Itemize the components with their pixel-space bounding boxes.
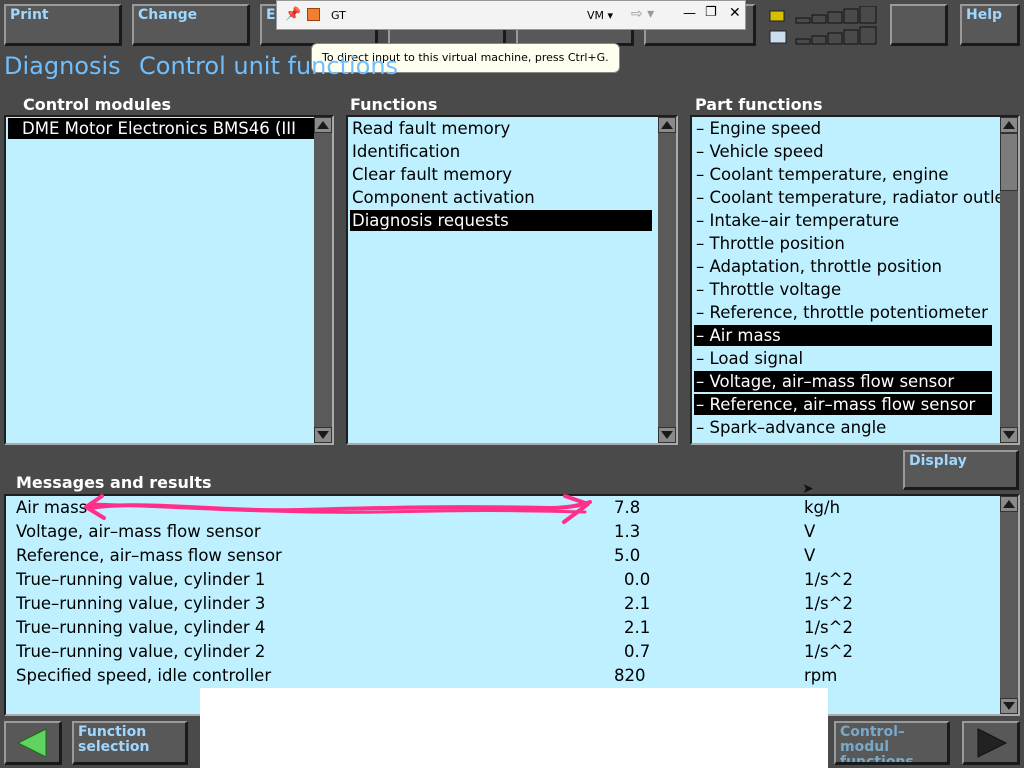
status-button[interactable]	[890, 4, 948, 46]
list-item[interactable]: Read fault memory	[350, 118, 652, 139]
list-item[interactable]: – Load signal	[694, 348, 996, 369]
list-item[interactable]: – Reference, throttle potentiometer	[694, 302, 996, 323]
scroll-thumb[interactable]	[1000, 133, 1018, 191]
vm-app-icon	[307, 8, 320, 21]
list-item[interactable]: – Intake–air temperature	[694, 210, 996, 231]
list-item[interactable]: – Coolant temperature, radiator outle	[694, 187, 1005, 208]
change-button[interactable]: Change	[132, 4, 250, 46]
scroll-down-icon[interactable]	[658, 427, 676, 443]
table-row: Reference, air–mass flow sensor 5.0 V	[14, 544, 994, 568]
result-value: 7.8	[614, 498, 641, 517]
result-name: Reference, air–mass flow sensor	[16, 546, 282, 565]
list-item[interactable]: Clear fault memory	[350, 164, 652, 185]
functions-label: Functions	[350, 95, 438, 114]
functions-list[interactable]: Read fault memory Identification Clear f…	[346, 115, 678, 445]
minimize-icon[interactable]: —	[683, 6, 696, 21]
signal-indicator-top	[768, 5, 880, 24]
table-row: Specified speed, idle controller 820 rpm	[14, 664, 994, 688]
result-value: 2.1	[624, 594, 651, 613]
result-name: True–running value, cylinder 3	[16, 594, 266, 613]
display-button[interactable]: Display	[903, 450, 1019, 490]
function-selection-button[interactable]: Function selection	[72, 721, 188, 765]
white-overlay	[200, 688, 828, 768]
scroll-down-icon[interactable]	[1000, 698, 1018, 714]
right-arrow-icon	[977, 728, 1008, 758]
scroll-up-icon[interactable]	[314, 117, 332, 133]
result-value: 1.3	[614, 522, 641, 541]
scrollbar[interactable]	[1000, 496, 1018, 714]
list-item[interactable]: Diagnosis requests	[350, 210, 652, 231]
scroll-up-icon[interactable]	[1000, 496, 1018, 512]
result-unit: 1/s^2	[804, 570, 853, 589]
result-unit: V	[804, 522, 816, 541]
restore-icon[interactable]: ❐	[705, 5, 717, 20]
list-item[interactable]: Component activation	[350, 187, 652, 208]
table-row: True–running value, cylinder 1 0.0 1/s^2	[14, 568, 994, 592]
scroll-up-icon[interactable]	[1000, 117, 1018, 133]
back-button[interactable]	[4, 721, 62, 765]
result-value: 5.0	[614, 546, 641, 565]
list-item[interactable]: – Throttle voltage	[694, 279, 996, 300]
control-modules-label: Control modules	[23, 95, 172, 114]
list-item[interactable]: – Reference, air–mass flow sensor	[694, 394, 992, 415]
help-button[interactable]: Help	[960, 4, 1020, 46]
result-value: 820	[614, 666, 646, 685]
page-title: Diagnosis	[4, 52, 121, 80]
list-item[interactable]: – Adaptation, throttle position	[694, 256, 996, 277]
vm-name: GT	[331, 9, 346, 22]
result-name: True–running value, cylinder 2	[16, 642, 266, 661]
control-modules-list[interactable]: DME Motor Electronics BMS46 (III	[4, 115, 334, 445]
result-value: 2.1	[624, 618, 651, 637]
part-functions-list[interactable]: – Engine speed – Vehicle speed – Coolant…	[690, 115, 1020, 445]
table-row: True–running value, cylinder 2 0.7 1/s^2	[14, 640, 994, 664]
table-row: True–running value, cylinder 3 2.1 1/s^2	[14, 592, 994, 616]
page-subtitle: Control unit functions	[139, 52, 399, 80]
list-item[interactable]: – Vehicle speed	[694, 141, 996, 162]
result-name: True–running value, cylinder 1	[16, 570, 266, 589]
result-unit: rpm	[804, 666, 838, 685]
result-unit: 1/s^2	[804, 594, 853, 613]
annotation-arrow-icon	[84, 494, 592, 524]
scroll-down-icon[interactable]	[1000, 427, 1018, 443]
print-button[interactable]: Print	[4, 4, 122, 46]
vm-menu[interactable]: VM ▾	[587, 9, 613, 22]
vm-toolbar: 📌 GT VM ▾ ⇨ ▾ — ❐ ✕	[276, 0, 746, 30]
result-value: 0.0	[624, 570, 651, 589]
result-value: 0.7	[624, 642, 651, 661]
signal-indicator-bottom	[768, 26, 880, 46]
result-unit: 1/s^2	[804, 618, 853, 637]
table-row: True–running value, cylinder 4 2.1 1/s^2	[14, 616, 994, 640]
pin-icon[interactable]: 📌	[285, 7, 301, 22]
forward-button[interactable]	[962, 721, 1020, 765]
result-unit: kg/h	[804, 498, 841, 517]
scrollbar[interactable]	[314, 117, 332, 443]
list-item[interactable]: Identification	[350, 141, 652, 162]
scroll-up-icon[interactable]	[658, 117, 676, 133]
list-item[interactable]: – Voltage, air–mass flow sensor	[694, 371, 992, 392]
left-arrow-icon	[16, 728, 47, 758]
part-functions-label: Part functions	[695, 95, 823, 114]
scrollbar[interactable]	[658, 117, 676, 443]
send-icon[interactable]: ⇨ ▾	[631, 6, 654, 22]
control-module-functions-button[interactable]: Control–modul functions	[834, 721, 950, 765]
close-icon[interactable]: ✕	[729, 5, 741, 21]
list-item[interactable]: – Engine speed	[694, 118, 996, 139]
result-name: Air mass	[16, 498, 88, 517]
scrollbar[interactable]	[1000, 117, 1018, 443]
result-unit: 1/s^2	[804, 642, 853, 661]
list-item[interactable]: – Throttle position	[694, 233, 996, 254]
list-item[interactable]: – Coolant temperature, engine	[694, 164, 996, 185]
list-item[interactable]: – Air mass	[694, 325, 992, 346]
list-item[interactable]: DME Motor Electronics BMS46 (III	[8, 118, 322, 139]
scroll-down-icon[interactable]	[314, 427, 332, 443]
list-item[interactable]: – Spark–advance angle	[694, 417, 996, 438]
result-name: True–running value, cylinder 4	[16, 618, 266, 637]
result-unit: V	[804, 546, 816, 565]
result-name: Specified speed, idle controller	[16, 666, 272, 685]
